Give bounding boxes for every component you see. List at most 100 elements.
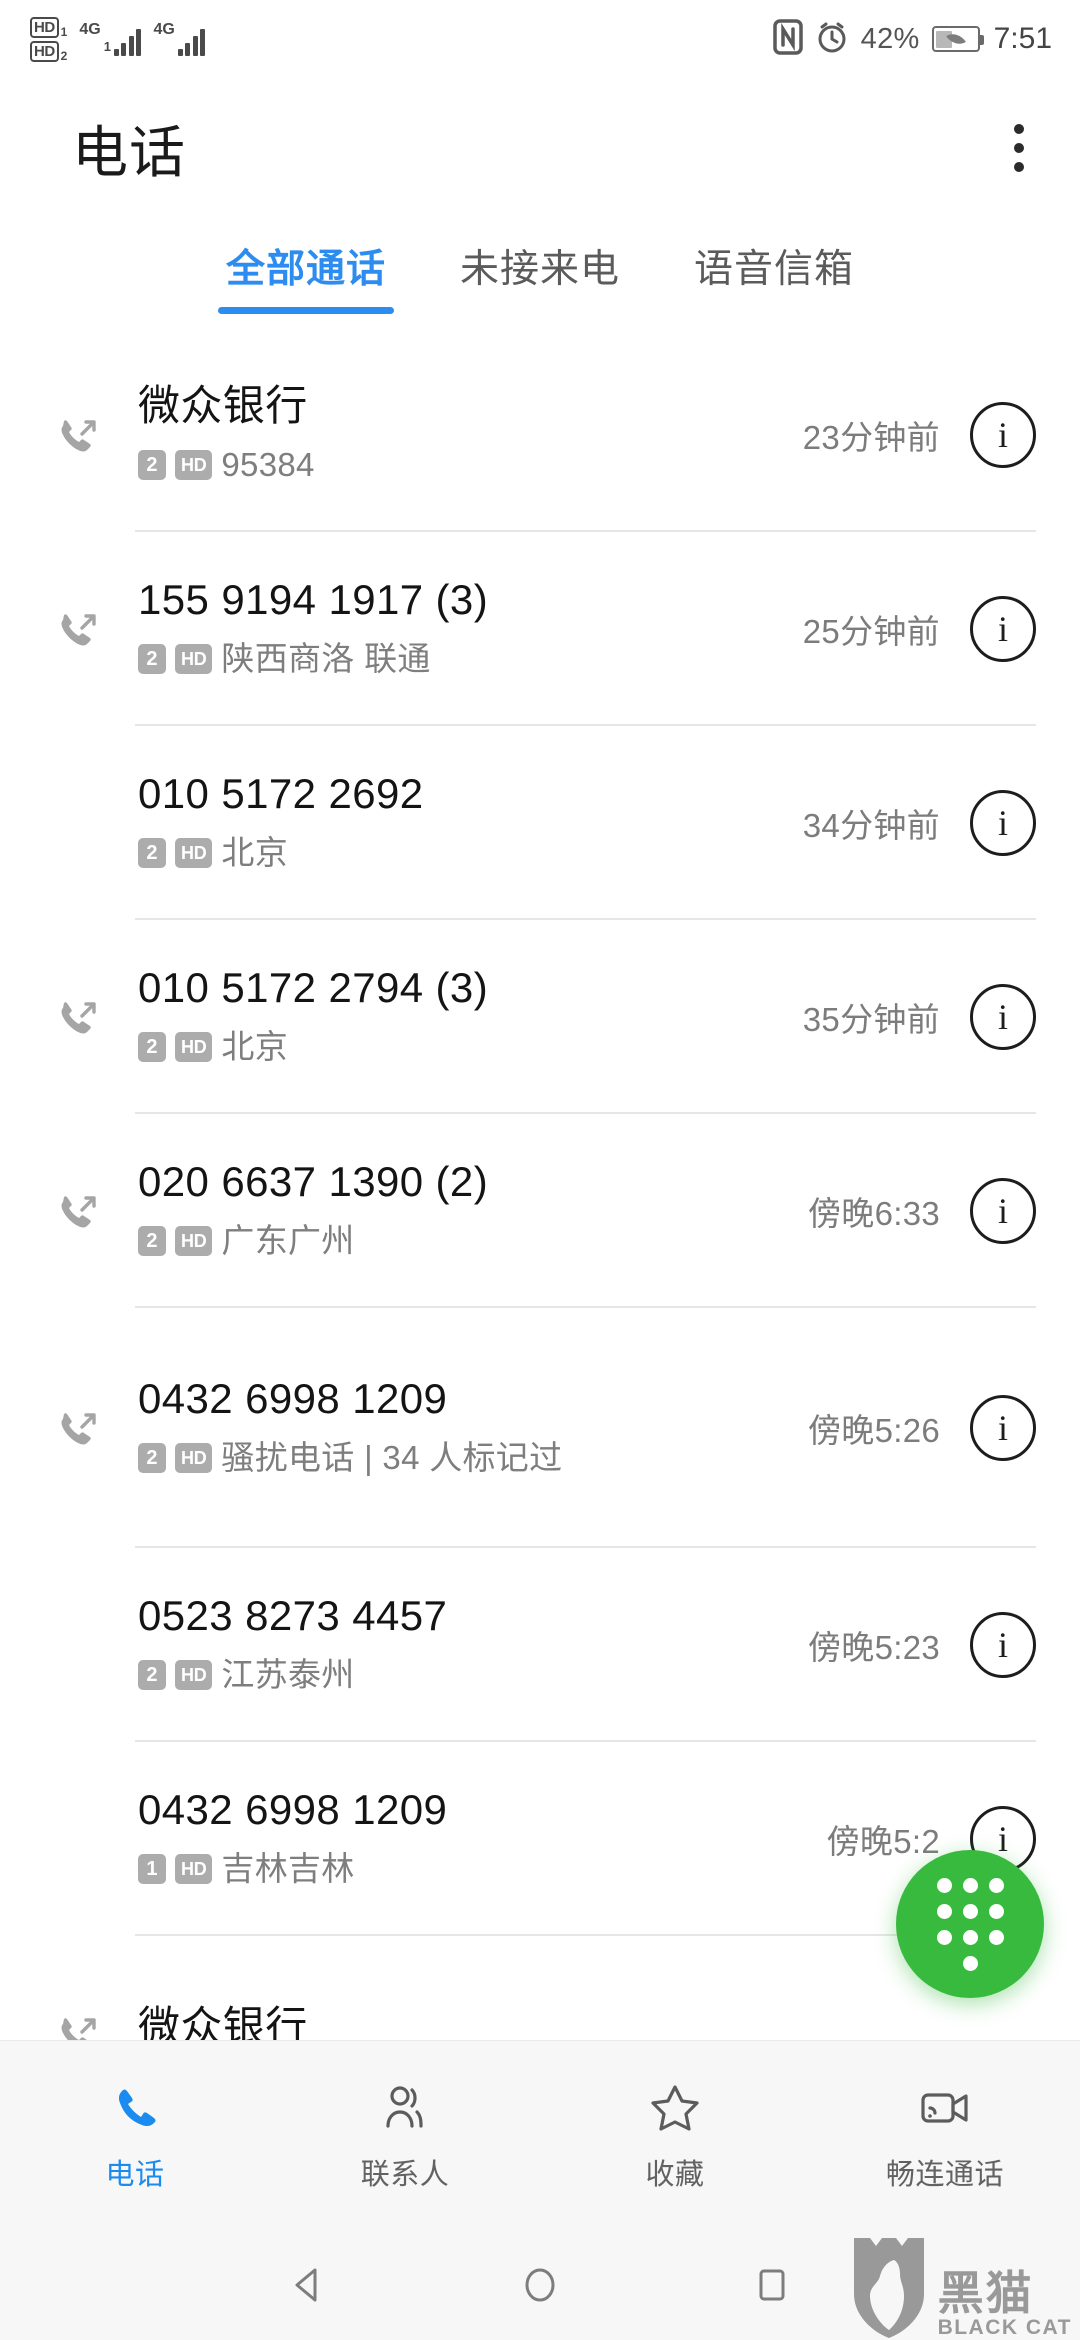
caller-name: 155 9194 1917 (3): [138, 576, 489, 624]
nav-item-favorites[interactable]: 收藏: [540, 2079, 810, 2193]
dialpad-icon: [936, 1877, 1004, 1971]
call-info: 微众银行 2 HD 95384: [138, 382, 803, 487]
recents-square-icon[interactable]: [741, 2254, 803, 2316]
nav-label-video-call: 畅连通话: [885, 2158, 1004, 2191]
caller-name: 020 6637 1390 (2): [138, 1158, 489, 1206]
call-details-button[interactable]: i: [970, 402, 1036, 468]
status-bar-left: HD 1 HD 2 4G 1 4G: [30, 16, 206, 63]
signal-bars-icon-2: [177, 26, 206, 56]
caller-name: 微众银行: [138, 382, 308, 430]
call-timestamp: 傍晚5:2: [826, 1823, 940, 1860]
table-row[interactable]: 微众银行 2 HD 95384 23分钟前 i: [0, 338, 1080, 532]
call-subline: 2 HD 广东广州: [138, 1219, 798, 1264]
call-subline: 2 HD 江苏泰州: [138, 1653, 798, 1698]
signal-sim2: 4G: [153, 22, 206, 56]
table-row[interactable]: 0523 8273 4457 2 HD 江苏泰州 傍晚5:23 i: [0, 1548, 1080, 1742]
outgoing-call-icon: [52, 600, 118, 658]
android-navigation-bar: 黑猫 BLACK CAT: [0, 2230, 1080, 2340]
more-vertical-icon[interactable]: [1004, 110, 1034, 186]
hd-badge: HD: [175, 1032, 213, 1063]
call-info: 0432 6998 1209 2 HD 骚扰电话 | 34 人标记过: [138, 1375, 808, 1480]
kebab-dot: [1014, 124, 1024, 134]
home-circle-icon[interactable]: [509, 2254, 571, 2316]
sim-index-label-1: 1: [103, 39, 111, 54]
page-title: 电话: [72, 120, 186, 184]
caller-name: 0432 6998 1209: [138, 1375, 448, 1423]
battery-saver-icon: [931, 26, 984, 52]
sim-badge: 2: [138, 838, 166, 869]
phone-icon: [109, 2079, 161, 2137]
call-info: 155 9194 1917 (3) 2 HD 陕西商洛 联通: [138, 576, 803, 681]
call-details-button[interactable]: i: [970, 1395, 1036, 1461]
call-detail: 95384: [221, 446, 315, 484]
nav-label-contacts: 联系人: [360, 2158, 450, 2191]
dialpad-fab[interactable]: [896, 1850, 1044, 1998]
call-details-button[interactable]: i: [970, 1178, 1036, 1244]
nav-label-phone: 电话: [105, 2158, 165, 2191]
clock-label: 7:51: [993, 22, 1052, 55]
hd-sim1-indicator: HD 1: [30, 16, 67, 38]
call-info: 020 6637 1390 (2) 2 HD 广东广州: [138, 1158, 808, 1263]
table-row[interactable]: 155 9194 1917 (3) 2 HD 陕西商洛 联通 25分钟前 i: [0, 532, 1080, 726]
app-bar: 电话: [0, 78, 1080, 218]
call-subline: 2 HD 北京: [138, 1025, 793, 1070]
battery-percent-label: 42%: [860, 22, 920, 55]
call-timestamp: 傍晚6:33: [807, 1195, 940, 1232]
sim-badge: 2: [138, 644, 166, 675]
call-timestamp: 35分钟前: [802, 1001, 940, 1038]
contacts-icon: [379, 2079, 431, 2137]
caller-name: 0523 8273 4457: [138, 1592, 448, 1640]
signal-bars-icon-1: [113, 26, 142, 56]
call-details-button[interactable]: i: [970, 1612, 1036, 1678]
nav-item-phone[interactable]: 电话: [0, 2079, 270, 2193]
outgoing-call-icon: [52, 1399, 118, 1457]
back-triangle-icon[interactable]: [277, 2254, 339, 2316]
video-call-icon: [917, 2079, 973, 2137]
outgoing-call-icon: [52, 988, 118, 1046]
call-details-button[interactable]: i: [970, 984, 1036, 1050]
status-bar: HD 1 HD 2 4G 1 4G 42% 7:51: [0, 0, 1080, 78]
outgoing-call-icon: [52, 1182, 118, 1240]
call-detail: 江苏泰州: [221, 1656, 355, 1694]
hd-badge-2: HD: [30, 40, 59, 62]
hd-badge: HD: [175, 1226, 213, 1257]
call-detail: 吉林吉林: [221, 1850, 355, 1888]
sim-badge: 2: [138, 1660, 166, 1691]
kebab-dot: [1014, 143, 1024, 153]
dialpad-row: [962, 1955, 978, 1971]
call-details-button[interactable]: i: [970, 790, 1036, 856]
volte-hd-indicators: HD 1 HD 2: [30, 16, 68, 63]
watermark-cn: 黑猫: [937, 2267, 1034, 2320]
nfc-icon: [772, 18, 803, 60]
dialpad-row: [936, 1903, 1004, 1919]
call-details-button[interactable]: i: [970, 596, 1036, 662]
black-cat-watermark: 黑猫 BLACK CAT: [850, 2236, 1072, 2340]
nav-item-contacts[interactable]: 联系人: [270, 2079, 540, 2193]
tab-bar: 全部通话 未接来电 语音信箱: [0, 218, 1080, 338]
tab-all-calls[interactable]: 全部通话: [214, 230, 398, 316]
table-row[interactable]: 010 5172 2692 2 HD 北京 34分钟前 i: [0, 726, 1080, 920]
call-subline: 2 HD 北京: [138, 831, 793, 876]
call-subline: 2 HD 骚扰电话 | 34 人标记过: [138, 1436, 798, 1481]
alarm-icon: [815, 20, 849, 59]
nav-label-favorites: 收藏: [645, 2158, 705, 2191]
call-subline: 1 HD 吉林吉林: [138, 1847, 817, 1892]
hd-sim-index-2: 2: [60, 48, 68, 63]
table-row[interactable]: 0432 6998 1209 2 HD 骚扰电话 | 34 人标记过 傍晚5:2…: [0, 1308, 1080, 1548]
tab-missed-calls[interactable]: 未接来电: [448, 230, 632, 316]
call-info: 微众银行: [138, 2003, 1036, 2040]
call-log-list[interactable]: 微众银行 2 HD 95384 23分钟前 i 155 9194 1917 (3…: [0, 338, 1080, 2040]
nav-item-video-call[interactable]: 畅连通话: [810, 2079, 1080, 2193]
caller-name: 010 5172 2692: [138, 770, 424, 818]
caller-name: 微众银行: [138, 2002, 308, 2040]
watermark-text: 黑猫 BLACK CAT: [937, 2267, 1072, 2340]
watermark-en: BLACK CAT: [937, 2316, 1072, 2339]
call-detail: 北京: [221, 834, 289, 872]
hd-sim2-indicator: HD 2: [30, 40, 68, 63]
network-type-1: 4G: [79, 21, 101, 38]
call-timestamp: 23分钟前: [802, 419, 940, 456]
table-row[interactable]: 010 5172 2794 (3) 2 HD 北京 35分钟前 i: [0, 920, 1080, 1114]
table-row[interactable]: 020 6637 1390 (2) 2 HD 广东广州 傍晚6:33 i: [0, 1114, 1080, 1308]
star-icon: [649, 2079, 701, 2137]
tab-voicemail[interactable]: 语音信箱: [682, 230, 866, 316]
